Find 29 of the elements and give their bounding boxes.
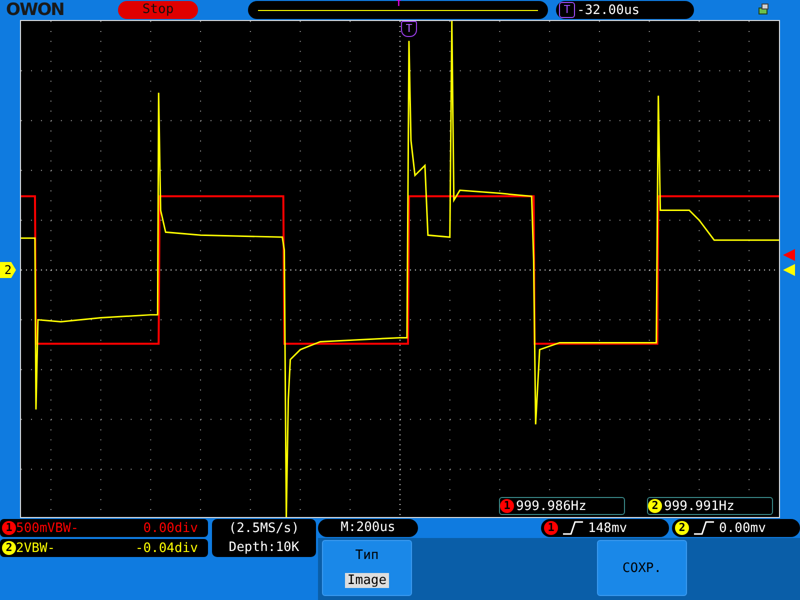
level-arrow-icon bbox=[783, 249, 795, 261]
rising-edge-icon bbox=[693, 521, 715, 535]
run-state-badge[interactable]: Stop bbox=[118, 1, 198, 19]
sample-rate: (2.5MS/s) bbox=[228, 521, 300, 536]
trigger-badge: T bbox=[559, 2, 575, 18]
frequency-value: 999.991Hz bbox=[664, 498, 734, 514]
channel-offset: -0.04div bbox=[135, 540, 198, 556]
trigger-marker: T bbox=[401, 21, 417, 37]
memory-depth: Depth:10K bbox=[228, 540, 300, 555]
type-menu-button[interactable]: Тип Image bbox=[322, 540, 412, 596]
channel-scale: 500mVBW- bbox=[16, 520, 79, 536]
trigger-level: 148mv bbox=[588, 520, 628, 536]
channel-dot: 1 bbox=[544, 521, 558, 535]
trigger-level: 0.00mv bbox=[719, 520, 766, 536]
channel-dot: 2 bbox=[675, 521, 689, 535]
save-menu-button[interactable]: СОХР. bbox=[597, 540, 687, 596]
trigger-offset: -32.00us bbox=[577, 2, 640, 18]
channel-dot: 2 bbox=[648, 499, 662, 513]
channel-dot: 1 bbox=[2, 521, 16, 535]
channel-dot: 1 bbox=[500, 499, 514, 513]
rising-edge-icon bbox=[562, 521, 584, 535]
level-arrow-icon bbox=[783, 264, 795, 276]
channel-dot: 2 bbox=[2, 541, 16, 555]
frequency-value: 999.986Hz bbox=[516, 498, 586, 514]
channel-offset: 0.00div bbox=[143, 520, 198, 536]
timebase-readout: M:200us bbox=[318, 519, 418, 537]
channel-scale: 2VBW- bbox=[16, 540, 56, 556]
ground-marker[interactable]: 2 bbox=[0, 262, 16, 278]
brand-logo: OWON bbox=[5, 0, 65, 20]
